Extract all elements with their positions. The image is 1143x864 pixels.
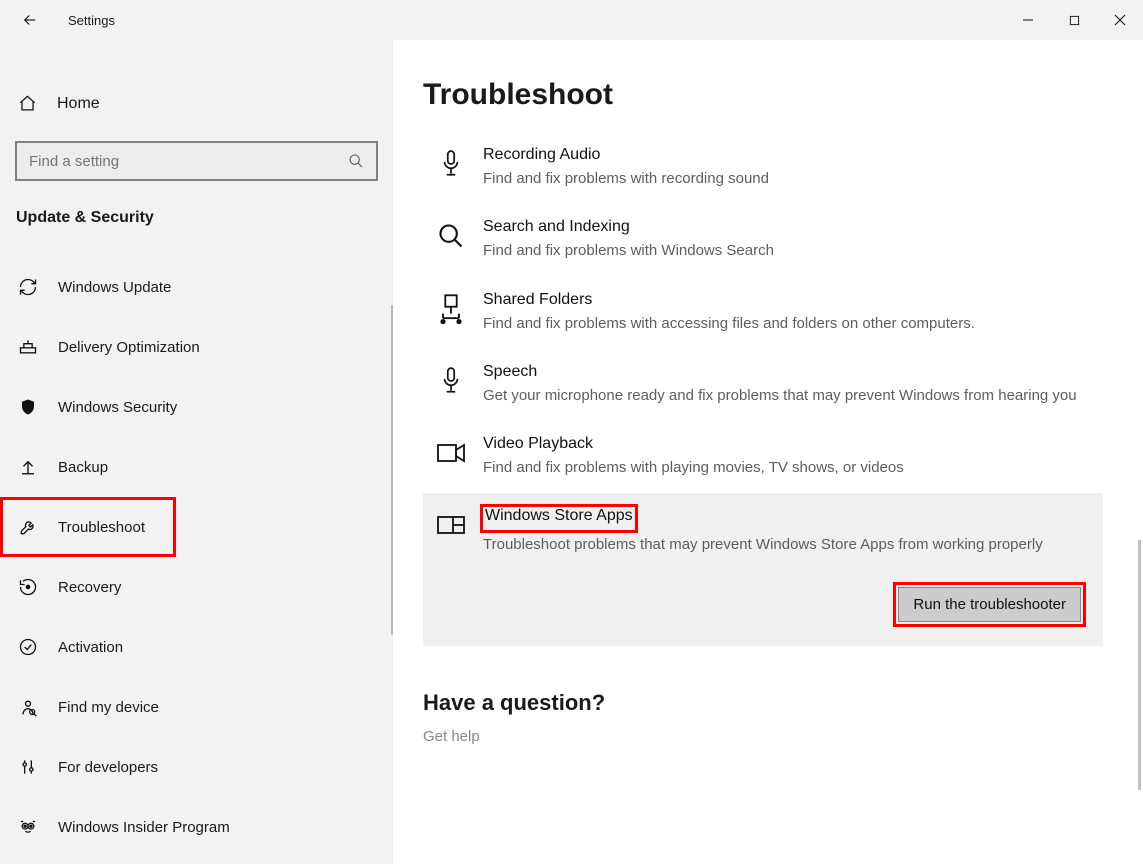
sidebar-nav-list: Windows Update Delivery Optimization Win… <box>0 257 393 857</box>
sidebar-item-delivery-optimization[interactable]: Delivery Optimization <box>0 317 393 377</box>
run-troubleshooter-button[interactable]: Run the troubleshooter <box>898 587 1081 622</box>
ts-item-recording-audio[interactable]: Recording Audio Find and fix problems wi… <box>423 132 1103 204</box>
window-titlebar: Settings <box>0 0 1143 40</box>
troubleshooter-list: Recording Audio Find and fix problems wi… <box>423 132 1103 646</box>
ts-title: Windows Store Apps <box>485 507 633 525</box>
sidebar-item-backup[interactable]: Backup <box>0 437 393 497</box>
sidebar-item-windows-insider[interactable]: Windows Insider Program <box>0 797 393 857</box>
check-circle-icon <box>18 637 38 657</box>
sidebar-item-label: Backup <box>58 459 108 476</box>
apps-grid-icon <box>433 507 469 543</box>
ts-desc: Find and fix problems with recording sou… <box>483 167 1083 190</box>
shield-icon <box>18 397 38 417</box>
video-icon <box>433 435 469 471</box>
sidebar-home-label: Home <box>57 95 100 113</box>
ts-item-video-playback[interactable]: Video Playback Find and fix problems wit… <box>423 421 1103 493</box>
sidebar-item-label: Recovery <box>58 579 121 596</box>
help-heading: Have a question? <box>423 690 1103 716</box>
wrench-icon <box>18 517 38 537</box>
ts-desc: Find and fix problems with playing movie… <box>483 456 1083 479</box>
ts-desc: Get your microphone ready and fix proble… <box>483 384 1083 407</box>
search-input-wrap[interactable] <box>15 141 378 181</box>
get-help-link[interactable]: Get help <box>423 728 1103 745</box>
ts-title: Recording Audio <box>483 146 1083 164</box>
search-icon <box>433 218 469 254</box>
ts-title: Video Playback <box>483 435 1083 453</box>
main-panel: Troubleshoot Recording Audio Find and fi… <box>393 40 1143 864</box>
back-button[interactable] <box>16 6 44 34</box>
find-device-icon <box>18 697 38 717</box>
microphone-icon <box>433 363 469 399</box>
ts-title: Search and Indexing <box>483 218 1083 236</box>
recovery-icon <box>18 577 38 597</box>
sidebar-item-for-developers[interactable]: For developers <box>0 737 393 797</box>
ts-item-windows-store-apps[interactable]: Windows Store Apps Troubleshoot problems… <box>423 493 1103 645</box>
sidebar-item-troubleshoot[interactable]: Troubleshoot <box>0 497 176 557</box>
ts-title: Speech <box>483 363 1083 381</box>
sidebar-item-activation[interactable]: Activation <box>0 617 393 677</box>
ts-item-search-indexing[interactable]: Search and Indexing Find and fix problem… <box>423 204 1103 276</box>
maximize-button[interactable] <box>1051 0 1097 40</box>
backup-arrow-icon <box>18 457 38 477</box>
sidebar-item-label: Troubleshoot <box>58 519 145 536</box>
sync-icon <box>18 277 38 297</box>
search-input[interactable] <box>29 153 348 170</box>
close-button[interactable] <box>1097 0 1143 40</box>
ts-item-shared-folders[interactable]: Shared Folders Find and fix problems wit… <box>423 277 1103 349</box>
microphone-icon <box>433 146 469 182</box>
sidebar: Home Update & Security Windows Update De… <box>0 40 393 864</box>
ts-desc: Troubleshoot problems that may prevent W… <box>483 533 1083 556</box>
delivery-icon <box>18 337 38 357</box>
ts-title: Shared Folders <box>483 291 1083 309</box>
sidebar-item-windows-update[interactable]: Windows Update <box>0 257 393 317</box>
sidebar-item-label: Delivery Optimization <box>58 339 200 356</box>
sidebar-section-heading: Update & Security <box>0 209 393 227</box>
sidebar-item-find-my-device[interactable]: Find my device <box>0 677 393 737</box>
sidebar-home[interactable]: Home <box>0 84 393 123</box>
sidebar-item-label: Windows Security <box>58 399 177 416</box>
ts-desc: Find and fix problems with Windows Searc… <box>483 239 1083 262</box>
sidebar-item-label: Windows Update <box>58 279 171 296</box>
ts-item-speech[interactable]: Speech Get your microphone ready and fix… <box>423 349 1103 421</box>
insider-icon <box>18 817 38 837</box>
ts-desc: Find and fix problems with accessing fil… <box>483 312 1083 335</box>
developers-icon <box>18 757 38 777</box>
page-title: Troubleshoot <box>423 78 1103 112</box>
search-icon <box>348 153 364 169</box>
sidebar-item-label: Activation <box>58 639 123 656</box>
sidebar-item-label: Find my device <box>58 699 159 716</box>
shared-folders-icon <box>433 291 469 327</box>
sidebar-item-label: For developers <box>58 759 158 776</box>
sidebar-item-recovery[interactable]: Recovery <box>0 557 393 617</box>
window-title: Settings <box>68 13 115 28</box>
sidebar-item-label: Windows Insider Program <box>58 819 230 836</box>
minimize-button[interactable] <box>1005 0 1051 40</box>
sidebar-item-windows-security[interactable]: Windows Security <box>0 377 393 437</box>
home-icon <box>18 94 37 113</box>
